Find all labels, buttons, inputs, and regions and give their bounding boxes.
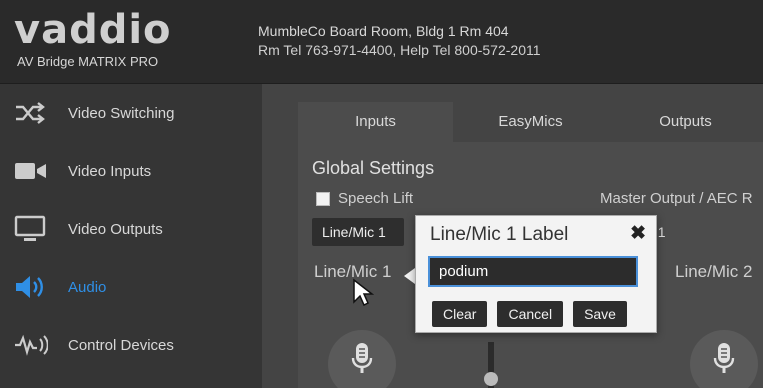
speech-lift-option[interactable]: Speech Lift [316, 190, 413, 207]
product-name: AV Bridge MATRIX PRO [17, 54, 159, 69]
room-info: MumbleCo Board Room, Bldg 1 Rm 404 Rm Te… [258, 22, 541, 60]
sidebar-item-label: Video Inputs [68, 162, 152, 180]
room-name: MumbleCo Board Room, Bldg 1 Rm 404 [258, 23, 509, 39]
tab-outputs[interactable]: Outputs [608, 102, 763, 142]
signal-icon [14, 330, 56, 360]
input-selector-chip[interactable]: Line/Mic 1 [312, 218, 404, 246]
tab-bar: Inputs EasyMics Outputs [298, 102, 763, 142]
sidebar-item-label: Audio [68, 278, 107, 296]
sidebar-item-audio[interactable]: Audio [0, 258, 262, 316]
sidebar-item-video-switching[interactable]: Video Switching [0, 84, 262, 142]
popup-buttons: Clear Cancel Save [432, 301, 627, 327]
label-edit-popup: Line/Mic 1 Label ✖ Clear Cancel Save [415, 215, 657, 333]
speaker-icon [14, 272, 56, 302]
video-camera-icon [14, 156, 56, 186]
sidebar-nav: Video Switching Video Inputs Video Outpu… [0, 84, 262, 388]
tab-inputs[interactable]: Inputs [298, 102, 453, 142]
sidebar-item-label: Control Devices [68, 336, 174, 354]
room-phones: Rm Tel 763-971-4400, Help Tel 800-572-20… [258, 42, 541, 58]
mic-icon[interactable] [690, 330, 758, 388]
global-settings-heading: Global Settings [312, 158, 435, 178]
mouse-pointer-icon [352, 278, 375, 313]
mic-icon[interactable] [328, 330, 396, 388]
vaddio-logo: vaddio AV Bridge MATRIX PRO [14, 10, 244, 76]
speech-lift-label: Speech Lift [338, 190, 414, 207]
sidebar-item-control-devices[interactable]: Control Devices [0, 316, 262, 374]
sidebar-item-video-inputs[interactable]: Video Inputs [0, 142, 262, 200]
label-input[interactable] [428, 256, 638, 287]
clear-button[interactable]: Clear [432, 301, 488, 327]
monitor-icon [14, 214, 56, 244]
master-output-label: Master Output / AEC R [600, 190, 753, 207]
speech-lift-checkbox[interactable] [316, 191, 330, 206]
sidebar-item-video-outputs[interactable]: Video Outputs [0, 200, 262, 258]
save-button[interactable]: Save [573, 301, 627, 327]
sidebar-item-label: Video Switching [68, 104, 175, 122]
volume-slider-knob[interactable] [484, 372, 498, 386]
popup-title: Line/Mic 1 Label [430, 224, 569, 245]
channel-label-line-mic-2[interactable]: Line/Mic 2 [675, 262, 752, 282]
app-header: vaddio AV Bridge MATRIX PRO MumbleCo Boa… [0, 0, 763, 84]
logo-wordmark: vaddio [14, 7, 172, 53]
tab-easymics[interactable]: EasyMics [453, 102, 608, 142]
cancel-button[interactable]: Cancel [497, 301, 564, 327]
shuffle-icon [14, 98, 56, 128]
close-icon[interactable]: ✖ [630, 222, 646, 245]
popup-pointer [404, 268, 415, 284]
sidebar-item-label: Video Outputs [68, 220, 163, 238]
